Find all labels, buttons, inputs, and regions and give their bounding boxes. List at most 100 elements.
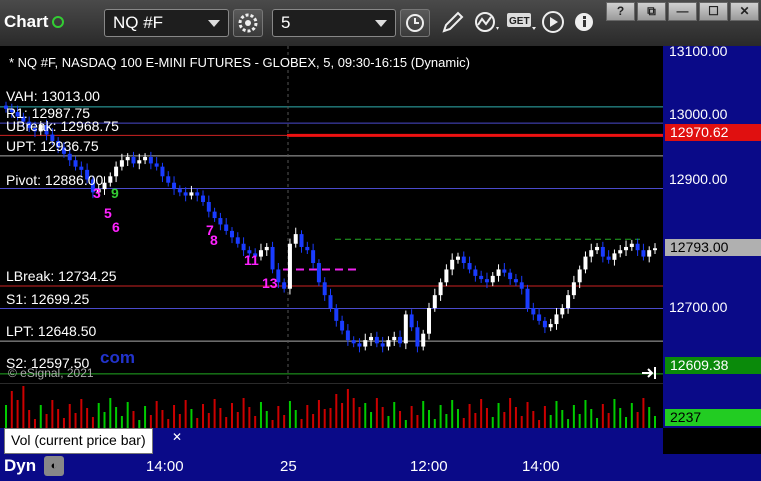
candle-body [496,269,501,276]
volume-bar [97,403,100,428]
axis-label-12900: 12900.00 [669,171,728,187]
minimize-button[interactable]: — [668,2,697,21]
volume-bar [445,414,448,428]
candle-body [218,218,223,225]
interval-value: 5 [281,13,291,32]
watermark: com [100,348,135,367]
volume-bar [178,414,181,428]
volume-bar [167,419,170,428]
volume-bar [636,412,639,428]
volume-bar [149,415,152,428]
volume-bar [439,405,442,428]
play-button[interactable] [540,9,570,37]
candle-body [467,263,472,270]
get-button[interactable]: GET [506,9,536,37]
candle-body [490,275,495,283]
candle-body [172,182,177,190]
volume-bar [306,405,309,428]
scroll-to-end-icon[interactable] [640,365,660,381]
window-buttons: ? ⧉ — ☐ ✕ [606,2,759,21]
help-button[interactable]: ? [606,2,635,21]
candle-body [641,250,646,257]
candle-body [67,153,72,161]
volume-label[interactable]: Vol (current price bar) [4,428,153,454]
price-tag-s2: 12609.38 [665,357,761,374]
interval-combo[interactable]: 5 [272,9,396,37]
candle-body [270,246,275,270]
volume-bar [375,398,378,428]
candle-body [421,333,426,347]
price-axis[interactable] [663,46,761,383]
volume-value: 2237 [665,409,761,426]
volume-bar [387,416,390,428]
candle-body [154,163,159,167]
dynamic-button[interactable]: Dyn [4,456,36,476]
time-label-25: 25 [280,458,297,475]
dynamic-icon[interactable]: ◐ [44,456,64,476]
studies-button[interactable] [472,9,502,37]
candle-body [647,250,652,257]
candle-body [316,263,321,283]
candle-body [195,192,200,196]
candle-body [299,234,304,247]
volume-bar [5,405,7,428]
candle-body [618,250,623,254]
time-label-1200: 12:00 [410,458,448,475]
volume-bar [514,407,517,428]
close-icon[interactable]: ✕ [172,430,182,444]
candle-body [403,314,408,344]
chart-title: Chart [4,12,65,32]
candle-body [398,336,403,344]
candle-body [357,343,362,347]
candle-body [409,314,414,328]
candle-body [589,250,594,257]
volume-bar [619,408,622,428]
candle-body [212,211,217,219]
candle-body [363,340,368,347]
time-axis[interactable] [0,454,761,481]
draw-button[interactable] [438,9,468,37]
volume-bar [433,419,436,428]
volume-bar [358,407,361,428]
candle-body [455,256,460,260]
candle-body [201,195,206,202]
candle-body [345,330,350,341]
candle-body [392,336,397,341]
volume-bar [184,400,187,428]
close-button[interactable]: ✕ [730,2,759,21]
level-lpt: LPT: 12648.50 [6,323,97,339]
get-label: GET [509,16,530,27]
time-label-1400: 14:00 [146,458,184,475]
info-button[interactable] [572,9,602,37]
candle-body [635,243,640,251]
candle-body [224,224,229,231]
clock-button[interactable] [400,9,430,37]
volume-bar [288,401,291,428]
candle-body [131,157,136,164]
candle-body [108,176,113,183]
volume-bar [259,402,262,428]
restore-button[interactable]: ⧉ [637,2,666,21]
volume-bar [173,405,176,428]
volume-bar [230,403,233,428]
volume-bar [549,415,552,428]
candle-body [502,269,507,273]
candle-body [600,246,605,257]
volume-bar [601,404,604,428]
symbol-combo[interactable]: NQ #F [104,9,229,37]
volume-bar [277,406,280,428]
maximize-button[interactable]: ☐ [699,2,728,21]
volume-bar [115,407,118,428]
level-vah: VAH: 13013.00 [6,88,100,104]
volume-bar [300,419,303,428]
candle-body [119,160,124,167]
volume-bar [596,418,599,428]
candle-body [583,256,588,270]
play-icon [542,11,564,33]
candle-body [432,295,437,308]
settings-button[interactable] [233,9,263,37]
axis-label-13000: 13000.00 [669,106,728,122]
candle-body [438,282,443,296]
time-label-1400b: 14:00 [522,458,560,475]
info-icon [575,13,593,31]
